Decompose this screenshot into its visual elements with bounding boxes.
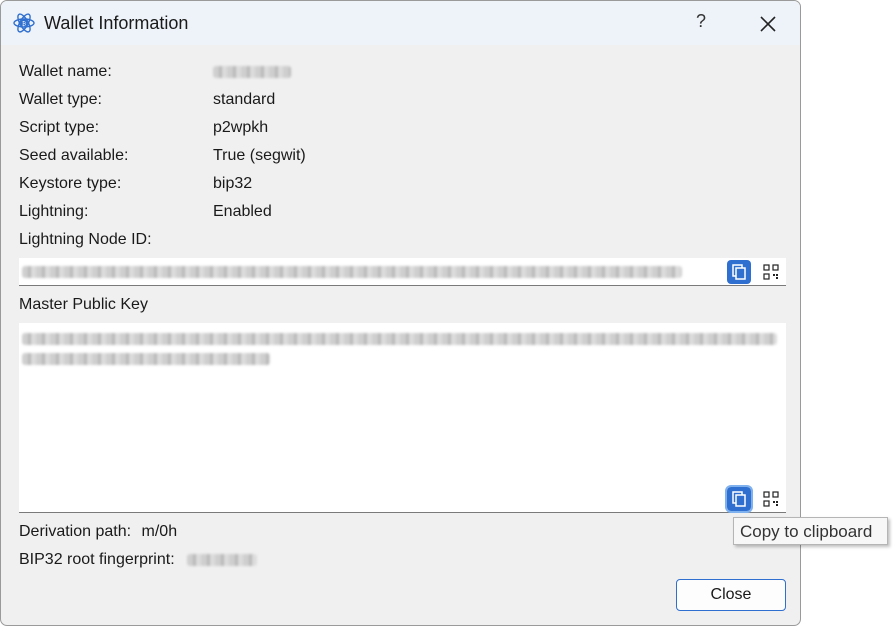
- qr-code-icon: [763, 491, 779, 507]
- node-id-qr-button[interactable]: [759, 260, 783, 284]
- mpk-qr-button[interactable]: [759, 487, 783, 511]
- copy-mpk-button[interactable]: [725, 485, 753, 513]
- help-button[interactable]: ?: [691, 11, 711, 35]
- derivation-path-label: Derivation path:: [19, 523, 132, 540]
- wallet-name-value: [213, 65, 291, 83]
- lightning-value: Enabled: [213, 203, 272, 220]
- lightning-node-id-label: Lightning Node ID:: [19, 231, 152, 248]
- qr-code-icon: [763, 264, 779, 280]
- copy-tooltip: Copy to clipboard: [733, 517, 888, 545]
- derivation-path-value: m/0h: [141, 523, 178, 540]
- lightning-node-id-field[interactable]: [19, 258, 786, 286]
- copy-icon: [732, 264, 746, 280]
- title-bar: ₿ Wallet Information ?: [1, 1, 800, 45]
- seed-available-value: True (segwit): [213, 147, 306, 164]
- electrum-logo-icon: ₿: [13, 13, 35, 33]
- node-id-text: [22, 266, 682, 278]
- svg-text:₿: ₿: [22, 20, 26, 27]
- seed-available-label: Seed available:: [19, 147, 129, 164]
- close-button[interactable]: Close: [676, 579, 786, 611]
- mpk-text-line-1: [22, 333, 777, 345]
- lightning-label: Lightning:: [19, 203, 89, 220]
- keystore-type-label: Keystore type:: [19, 175, 122, 192]
- master-public-key-field[interactable]: [19, 323, 786, 513]
- derivation-path-row: Derivation path: m/0h: [19, 523, 177, 541]
- fingerprint-row: BIP32 root fingerprint:: [19, 551, 258, 569]
- keystore-type-value: bip32: [213, 175, 253, 192]
- mpk-text-line-2: [22, 353, 270, 365]
- help-icon: ?: [695, 11, 706, 31]
- fingerprint-label: BIP32 root fingerprint:: [19, 551, 175, 568]
- wallet-name-label: Wallet name:: [19, 63, 112, 80]
- fingerprint-value: [187, 553, 258, 566]
- wallet-type-label: Wallet type:: [19, 91, 102, 108]
- window-title: Wallet Information: [44, 13, 189, 33]
- script-type-value: p2wpkh: [213, 119, 269, 136]
- close-icon[interactable]: [755, 11, 781, 37]
- wallet-info-dialog: ₿ Wallet Information ? Wallet name: Wall…: [0, 0, 801, 626]
- wallet-type-value: standard: [213, 91, 276, 108]
- script-type-label: Script type:: [19, 119, 100, 136]
- copy-node-id-button[interactable]: [727, 260, 751, 284]
- master-public-key-label: Master Public Key: [19, 296, 148, 313]
- copy-icon: [732, 491, 746, 507]
